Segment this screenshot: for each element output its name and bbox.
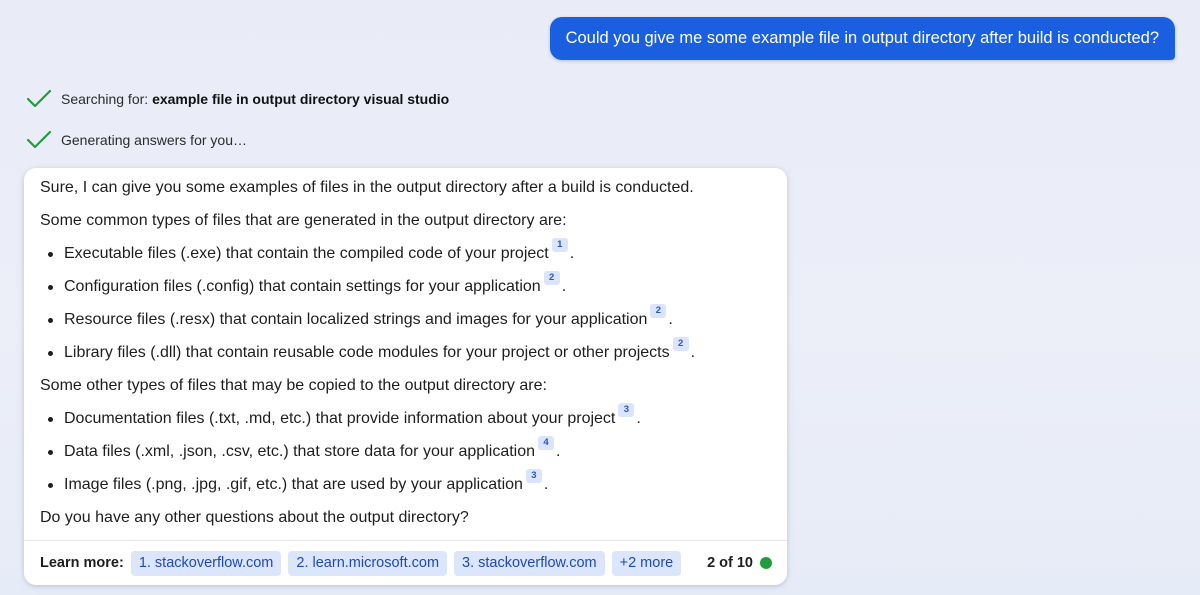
list-item-text: Configuration files (.config) that conta… xyxy=(64,278,541,295)
bullet-dot xyxy=(48,285,53,290)
citation-badge[interactable]: 2 xyxy=(543,271,560,285)
list-item: Executable files (.exe) that contain the… xyxy=(40,238,771,277)
citation-badge[interactable]: 1 xyxy=(551,238,568,252)
list-item-text: Image files (.png, .jpg, .gif, etc.) tha… xyxy=(64,476,523,493)
user-message-bubble: Could you give me some example file in o… xyxy=(549,17,1175,60)
generating-status-row: Generating answers for you… xyxy=(26,129,247,151)
list-item: Resource files (.resx) that contain loca… xyxy=(40,304,771,343)
green-dot-icon xyxy=(760,557,772,569)
list-item-period: . xyxy=(690,344,696,361)
source-link[interactable]: 3. stackoverflow.com xyxy=(454,550,605,576)
answer-intro-text: Sure, I can give you some examples of fi… xyxy=(40,179,694,196)
learn-more-label: Learn more: xyxy=(40,555,124,571)
list-item-text: Library files (.dll) that contain reusab… xyxy=(64,344,670,361)
list-item-period: . xyxy=(636,410,641,427)
list-item-period: . xyxy=(569,245,575,262)
generating-status-text: Generating answers for you… xyxy=(61,132,247,148)
bullet-dot xyxy=(48,417,53,422)
search-query: example file in output directory visual … xyxy=(152,91,450,107)
list-item-period: . xyxy=(668,311,673,328)
search-status-prefix: Searching for: xyxy=(61,91,149,107)
other-heading-text: Some other types of files that may be co… xyxy=(40,377,547,394)
list-item-period: . xyxy=(561,278,567,295)
list-item-text: Resource files (.resx) that contain loca… xyxy=(64,311,648,328)
common-heading-text: Some common types of files that are gene… xyxy=(40,212,567,229)
list-item: Documentation files (.txt, .md, etc.) th… xyxy=(40,403,771,442)
list-item-period: . xyxy=(543,476,549,493)
response-count-text: 2 of 10 xyxy=(707,555,753,571)
bullet-dot xyxy=(48,318,53,323)
answer-card: Sure, I can give you some examples of fi… xyxy=(24,168,787,585)
citation-badge[interactable]: 2 xyxy=(672,337,689,351)
more-sources-button[interactable]: +2 more xyxy=(611,550,682,576)
bullet-dot xyxy=(48,252,53,257)
answer-body: Sure, I can give you some examples of fi… xyxy=(40,178,771,541)
list-item-text: Executable files (.exe) that contain the… xyxy=(64,245,549,262)
bullet-dot xyxy=(48,483,53,488)
search-status-row: Searching for: example file in output di… xyxy=(26,88,449,110)
other-heading: Some other types of files that may be co… xyxy=(40,376,771,409)
list-item: Library files (.dll) that contain reusab… xyxy=(40,337,771,376)
list-item: Image files (.png, .jpg, .gif, etc.) tha… xyxy=(40,469,771,508)
bullet-dot xyxy=(48,351,53,356)
citation-badge[interactable]: 3 xyxy=(525,469,542,483)
answer-closing: Do you have any other questions about th… xyxy=(40,508,771,541)
list-item-period: . xyxy=(556,443,561,460)
citation-badge[interactable]: 4 xyxy=(538,436,555,450)
source-link[interactable]: 2. learn.microsoft.com xyxy=(288,550,448,576)
answer-intro: Sure, I can give you some examples of fi… xyxy=(40,178,771,211)
learn-more-footer: Learn more: 1. stackoverflow.com 2. lear… xyxy=(24,540,787,585)
bullet-dot xyxy=(48,450,53,455)
citation-badge[interactable]: 2 xyxy=(650,304,667,318)
checkmark-icon xyxy=(26,89,52,108)
answer-closing-text: Do you have any other questions about th… xyxy=(40,509,469,526)
list-item-text: Documentation files (.txt, .md, etc.) th… xyxy=(64,410,616,427)
response-counter: 2 of 10 xyxy=(707,555,772,571)
list-item-text: Data files (.xml, .json, .csv, etc.) tha… xyxy=(64,443,536,460)
list-item: Data files (.xml, .json, .csv, etc.) tha… xyxy=(40,436,771,475)
common-heading: Some common types of files that are gene… xyxy=(40,211,771,244)
checkmark-icon xyxy=(26,130,52,149)
citation-badge[interactable]: 3 xyxy=(618,403,635,417)
source-link[interactable]: 1. stackoverflow.com xyxy=(130,550,282,576)
